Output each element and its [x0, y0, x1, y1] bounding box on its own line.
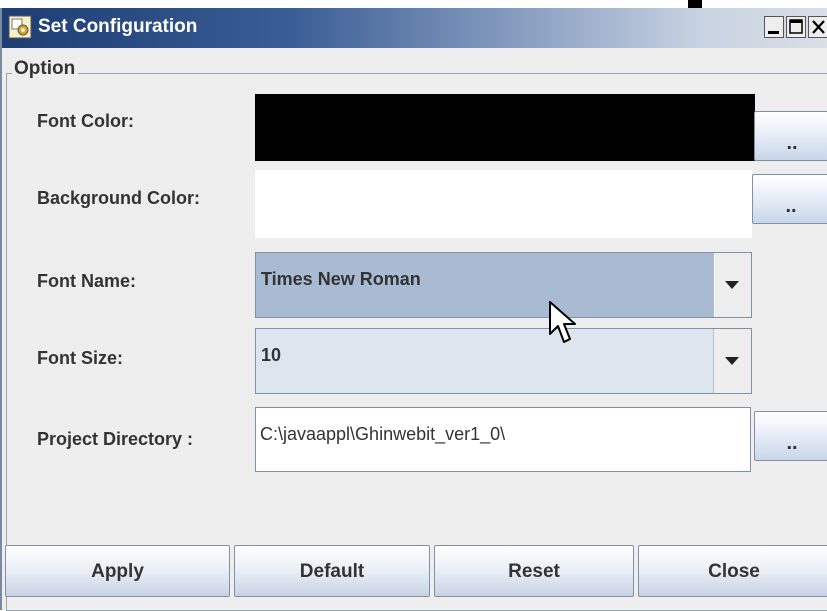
title-bar[interactable]: Set Configuration — [2, 8, 827, 48]
top-strip-mark — [688, 0, 702, 8]
background-color-swatch — [255, 170, 752, 238]
font-color-picker-button[interactable]: .. — [754, 111, 827, 161]
minimize-button[interactable] — [764, 16, 784, 38]
config-app-icon — [8, 15, 32, 39]
minimize-icon — [768, 31, 779, 34]
mouse-pointer-icon — [549, 301, 576, 343]
chevron-down-icon — [725, 281, 739, 289]
project-directory-input[interactable]: C:\javaappl\Ghinwebit_ver1_0\ — [255, 407, 751, 472]
font-name-value: Times New Roman — [261, 269, 421, 289]
reset-button[interactable]: Reset — [434, 545, 634, 597]
maximize-icon — [789, 19, 803, 34]
default-button[interactable]: Default — [234, 545, 430, 597]
project-directory-label: Project Directory : — [37, 429, 194, 449]
background-color-label: Background Color: — [37, 188, 201, 208]
close-button[interactable]: Close — [638, 545, 827, 597]
apply-button[interactable]: Apply — [5, 545, 230, 597]
option-group-label: Option — [12, 58, 79, 80]
font-name-dropdown-button[interactable] — [713, 253, 751, 317]
project-directory-browse-button[interactable]: .. — [754, 411, 827, 461]
maximize-button[interactable] — [786, 16, 806, 38]
chevron-down-icon — [725, 357, 739, 365]
window-close-button[interactable] — [808, 16, 827, 38]
background-color-picker-button[interactable]: .. — [752, 174, 827, 224]
config-dialog: Set Configuration Option Font Color: .. … — [0, 8, 827, 611]
font-size-dropdown-button[interactable] — [713, 329, 751, 393]
project-directory-value: C:\javaappl\Ghinwebit_ver1_0\ — [260, 424, 506, 444]
close-icon — [812, 20, 825, 34]
font-name-combo[interactable]: Times New Roman — [255, 252, 752, 318]
font-name-label: Font Name: — [37, 271, 136, 291]
font-size-label: Font Size: — [37, 348, 123, 368]
font-size-value: 10 — [261, 345, 282, 365]
font-color-label: Font Color: — [37, 111, 134, 131]
dialog-title: Set Configuration — [38, 16, 198, 37]
font-color-swatch — [255, 94, 755, 161]
font-size-combo[interactable]: 10 — [255, 328, 752, 394]
